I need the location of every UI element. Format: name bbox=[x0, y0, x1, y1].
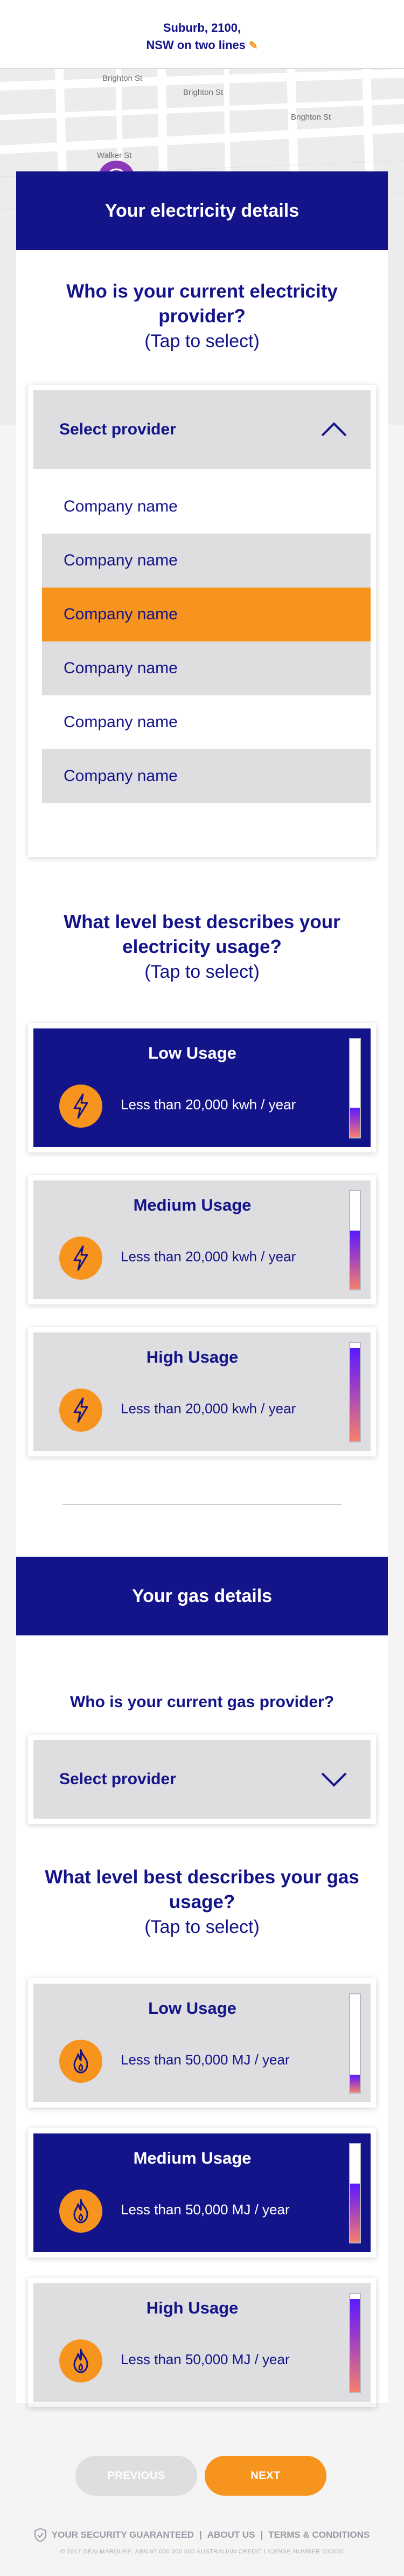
previous-button-label: PREVIOUS bbox=[107, 2469, 165, 2482]
gas-usage-medium[interactable]: Medium Usage Less than 50,000 MJ / year bbox=[28, 2128, 376, 2257]
flame-icon bbox=[59, 2190, 102, 2233]
electricity-usage-medium[interactable]: Medium Usage Less than 20,000 kwh / year bbox=[28, 1175, 376, 1304]
usage-description: Less than 50,000 MJ / year bbox=[121, 2201, 290, 2218]
usage-level-fill bbox=[350, 1230, 360, 1289]
gas-usage-question-text: What level best describes your gas usage… bbox=[45, 1867, 359, 1912]
electricity-provider-question-text: Who is your current electricity provider… bbox=[66, 281, 338, 327]
pencil-icon[interactable]: ✎ bbox=[249, 37, 258, 54]
street-label: Brighton St bbox=[183, 88, 224, 97]
usage-title: Medium Usage bbox=[133, 1196, 252, 1214]
street-label: Brighton St bbox=[102, 74, 143, 83]
provider-option[interactable]: Company name bbox=[42, 641, 371, 695]
lightning-icon bbox=[59, 1389, 102, 1432]
usage-level-meter bbox=[349, 2143, 361, 2243]
location-line-2: NSW on two lines ✎ bbox=[0, 37, 404, 54]
location-header: Suburb, 2100, NSW on two lines ✎ bbox=[0, 0, 404, 69]
provider-option-label: Company name bbox=[64, 659, 178, 677]
chevron-up-icon[interactable] bbox=[321, 422, 347, 438]
usage-level-meter bbox=[349, 2293, 361, 2393]
provider-option-label: Company name bbox=[64, 551, 178, 569]
legal-text: © 2017 DEALMARQUEE, ABN 87 000 000 000 A… bbox=[60, 2549, 344, 2555]
provider-option-label: Company name bbox=[64, 713, 178, 731]
previous-button[interactable]: PREVIOUS bbox=[75, 2456, 197, 2496]
usage-description: Less than 50,000 MJ / year bbox=[121, 2052, 290, 2068]
location-text-1: Suburb, 2100, bbox=[163, 21, 241, 34]
section-divider bbox=[62, 1504, 342, 1505]
electricity-usage-high[interactable]: High Usage Less than 20,000 kwh / year bbox=[28, 1327, 376, 1456]
street-label: Brighton St bbox=[291, 113, 331, 122]
about-link[interactable]: ABOUT US bbox=[207, 2530, 255, 2540]
electricity-select-label: Select provider bbox=[59, 420, 176, 438]
gas-provider-dropdown[interactable]: Select provider bbox=[28, 1735, 376, 1824]
gas-usage-question: What level best describes your gas usage… bbox=[38, 1865, 366, 1939]
usage-level-meter bbox=[349, 1190, 361, 1290]
usage-description: Less than 20,000 kwh / year bbox=[121, 1400, 296, 1417]
gas-usage-low[interactable]: Low Usage Less than 50,000 MJ / year bbox=[28, 1978, 376, 2108]
lightning-icon bbox=[59, 1237, 102, 1280]
usage-level-fill bbox=[350, 2075, 360, 2092]
usage-title: Low Usage bbox=[148, 1999, 236, 2018]
footer-separator: | bbox=[199, 2530, 202, 2540]
provider-option-selected[interactable]: Company name bbox=[42, 588, 371, 641]
terms-link[interactable]: TERMS & CONDITIONS bbox=[268, 2530, 370, 2540]
details-form-card: Your electricity details Who is your cur… bbox=[16, 171, 388, 2403]
footer-links: YOUR SECURITY GUARANTEED | ABOUT US | TE… bbox=[0, 2528, 404, 2542]
provider-option[interactable]: Company name bbox=[42, 534, 371, 588]
flame-icon bbox=[59, 2040, 102, 2083]
electricity-section-header: Your electricity details bbox=[16, 171, 388, 250]
chevron-down-icon[interactable] bbox=[321, 1771, 347, 1787]
provider-option[interactable]: Company name bbox=[42, 749, 371, 803]
gas-usage-hint: (Tap to select) bbox=[144, 1917, 260, 1937]
usage-description: Less than 20,000 kwh / year bbox=[121, 1096, 296, 1113]
location-text-2: NSW on two lines bbox=[146, 38, 246, 52]
gas-provider-question-text: Who is your current gas provider? bbox=[69, 1693, 335, 1711]
gas-provider-question: Who is your current gas provider? bbox=[38, 1691, 366, 1713]
location-line-1: Suburb, 2100, bbox=[0, 19, 404, 37]
next-button-label: NEXT bbox=[250, 2469, 281, 2482]
gas-section-header: Your gas details bbox=[16, 1557, 388, 1635]
footer: YOUR SECURITY GUARANTEED | ABOUT US | TE… bbox=[0, 2528, 404, 2555]
usage-level-fill bbox=[350, 2299, 360, 2392]
shield-icon bbox=[34, 2528, 46, 2542]
electricity-provider-question: Who is your current electricity provider… bbox=[38, 279, 366, 354]
usage-description: Less than 50,000 MJ / year bbox=[121, 2351, 290, 2367]
provider-option[interactable]: Company name bbox=[42, 480, 371, 534]
usage-level-meter bbox=[349, 1038, 361, 1138]
electricity-usage-question: What level best describes your electrici… bbox=[38, 910, 366, 984]
electricity-provider-dropdown[interactable]: Select provider Company name Company nam… bbox=[28, 385, 376, 857]
usage-level-meter bbox=[349, 1993, 361, 2094]
usage-description: Less than 20,000 kwh / year bbox=[121, 1248, 296, 1265]
usage-level-fill bbox=[350, 1348, 360, 1441]
electricity-usage-hint: (Tap to select) bbox=[144, 962, 260, 982]
street-label: Walker St bbox=[97, 151, 132, 160]
flame-icon bbox=[59, 2339, 102, 2382]
gas-select-label: Select provider bbox=[59, 1770, 176, 1788]
provider-option-label: Company name bbox=[64, 767, 178, 785]
provider-option-label: Company name bbox=[64, 605, 178, 623]
usage-level-meter bbox=[349, 1342, 361, 1442]
gas-provider-select[interactable]: Select provider bbox=[33, 1740, 371, 1819]
gas-usage-high[interactable]: High Usage Less than 50,000 MJ / year bbox=[28, 2278, 376, 2407]
usage-title: Low Usage bbox=[148, 1044, 236, 1062]
provider-option[interactable]: Company name bbox=[42, 695, 371, 749]
usage-level-fill bbox=[350, 2183, 360, 2242]
electricity-section-title: Your electricity details bbox=[105, 200, 299, 221]
usage-level-fill bbox=[350, 1108, 360, 1137]
electricity-provider-select[interactable]: Select provider bbox=[33, 390, 371, 469]
electricity-usage-low[interactable]: Low Usage Less than 20,000 kwh / year bbox=[28, 1023, 376, 1152]
gas-section-title: Your gas details bbox=[131, 1585, 273, 1606]
electricity-provider-hint: (Tap to select) bbox=[144, 331, 260, 351]
electricity-usage-question-text: What level best describes your electrici… bbox=[64, 911, 340, 957]
usage-title: Medium Usage bbox=[133, 2149, 252, 2167]
provider-option-label: Company name bbox=[64, 498, 178, 515]
footer-separator: | bbox=[260, 2530, 263, 2540]
usage-title: High Usage bbox=[146, 1348, 239, 1366]
security-link[interactable]: YOUR SECURITY GUARANTEED bbox=[52, 2530, 194, 2540]
lightning-icon bbox=[59, 1085, 102, 1128]
usage-title: High Usage bbox=[146, 2298, 239, 2317]
next-button[interactable]: NEXT bbox=[205, 2456, 326, 2496]
